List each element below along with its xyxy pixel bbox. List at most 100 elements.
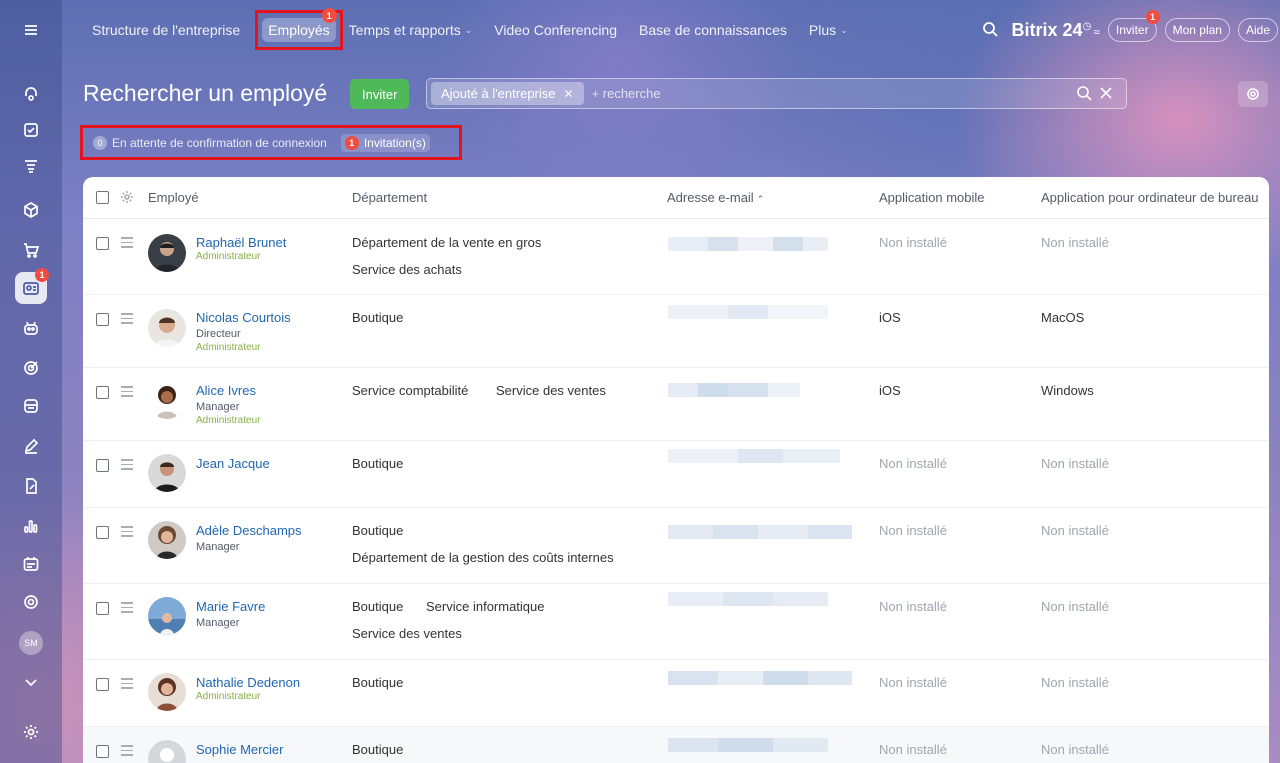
row-checkbox[interactable] (96, 745, 109, 758)
row-checkbox[interactable] (96, 602, 109, 615)
remove-filter-icon[interactable]: ✕ (564, 87, 574, 101)
employee-name-link[interactable]: Nicolas Courtois (196, 310, 291, 325)
tasks-icon[interactable] (15, 114, 47, 146)
sites-icon[interactable] (15, 390, 47, 422)
my-plan-button[interactable]: Mon plan (1164, 18, 1230, 42)
employee-name-link[interactable]: Raphaël Brunet (196, 235, 286, 250)
crm-icon[interactable] (15, 150, 47, 182)
department-link[interactable]: Boutique (352, 310, 403, 325)
brand-logo[interactable]: Bitrix 24◷ ≈ (1012, 20, 1100, 41)
filter-chip[interactable]: Ajouté à l'entreprise ✕ (431, 82, 584, 105)
grid-settings-button[interactable] (1238, 81, 1268, 107)
avatar[interactable] (148, 234, 186, 272)
department-link[interactable]: Service informatique (426, 599, 545, 614)
avatar[interactable] (148, 740, 186, 763)
avatar[interactable] (148, 381, 186, 419)
row-checkbox[interactable] (96, 678, 109, 691)
row-checkbox[interactable] (96, 526, 109, 539)
drag-handle-icon[interactable] (121, 602, 133, 616)
employee-name-link[interactable]: Sophie Mercier (196, 742, 283, 757)
clear-icon[interactable] (1098, 85, 1114, 104)
column-department[interactable]: Département (352, 190, 427, 205)
email-redacted (668, 738, 828, 752)
drag-handle-icon[interactable] (121, 237, 133, 251)
help-button[interactable]: Aide (1237, 18, 1278, 42)
row-checkbox[interactable] (96, 237, 109, 250)
nav-company-structure[interactable]: Structure de l'entreprise (81, 22, 251, 38)
search-icon[interactable] (982, 21, 998, 40)
nav-employees[interactable]: Employés 1 (262, 8, 337, 42)
row-checkbox[interactable] (96, 313, 109, 326)
nav-time-reports[interactable]: Temps et rapports ⌄ (347, 22, 484, 38)
feed-icon[interactable] (15, 78, 47, 110)
department-link[interactable]: Boutique (352, 742, 403, 757)
nav-video-conferencing[interactable]: Video Conferencing (483, 22, 628, 38)
pending-confirmation-filter[interactable]: 0 En attente de confirmation de connexio… (93, 135, 327, 150)
search-icon[interactable] (1076, 85, 1092, 104)
table-row[interactable]: Nicolas Courtois Directeur Administrateu… (83, 295, 1269, 368)
avatar[interactable] (148, 521, 186, 559)
drag-handle-icon[interactable] (121, 678, 133, 692)
avatar[interactable] (148, 454, 186, 492)
employee-name-link[interactable]: Nathalie Dedenon (196, 675, 300, 690)
select-all-checkbox[interactable] (96, 191, 109, 204)
avatar[interactable] (148, 673, 186, 711)
employee-name-link[interactable]: Alice Ivres (196, 383, 256, 398)
invite-button[interactable]: Inviter (350, 79, 410, 109)
row-checkbox[interactable] (96, 386, 109, 399)
department-link[interactable]: Département de la vente en gros (352, 235, 541, 250)
department-link[interactable]: Service des ventes (496, 383, 606, 398)
drag-handle-icon[interactable] (121, 526, 133, 540)
invite-top-button[interactable]: Inviter 1 (1107, 10, 1160, 42)
invitations-filter[interactable]: 1 Invitation(s) (340, 133, 430, 152)
table-row[interactable]: Marie Favre Manager Boutique Service inf… (83, 584, 1269, 660)
table-row[interactable]: Jean Jacque Boutique Non installé Non in… (83, 441, 1269, 508)
marketplace-icon[interactable] (15, 586, 47, 618)
gear-icon[interactable] (120, 190, 134, 207)
column-employee[interactable]: Employé (148, 190, 199, 205)
bot-icon[interactable] (15, 312, 47, 344)
calendar-icon[interactable] (15, 548, 47, 580)
menu-icon[interactable] (15, 14, 47, 46)
drag-handle-icon[interactable] (121, 745, 133, 759)
employees-icon[interactable]: 1 (15, 268, 49, 304)
department-link[interactable]: Boutique (352, 456, 403, 471)
table-row[interactable]: Nathalie Dedenon Administrateur Boutique… (83, 660, 1269, 727)
avatar[interactable] (148, 309, 186, 347)
department-link[interactable]: Service comptabilité (352, 383, 468, 398)
document-edit-icon[interactable] (15, 470, 47, 502)
sign-icon[interactable] (15, 430, 47, 462)
column-mobile-app[interactable]: Application mobile (879, 190, 985, 205)
search-filter-input[interactable]: Ajouté à l'entreprise ✕ + recherche (426, 78, 1127, 109)
shop-cart-icon[interactable] (15, 234, 47, 266)
table-row[interactable]: Sophie Mercier Boutique Non installé Non… (83, 727, 1269, 763)
employee-name-link[interactable]: Adèle Deschamps (196, 523, 302, 538)
avatar[interactable] (148, 597, 186, 635)
drag-handle-icon[interactable] (121, 313, 133, 327)
department-link[interactable]: Service des ventes (352, 626, 462, 641)
drag-handle-icon[interactable] (121, 459, 133, 473)
department-link[interactable]: Service des achats (352, 262, 462, 277)
employee-name-link[interactable]: Marie Favre (196, 599, 265, 614)
drag-handle-icon[interactable] (121, 386, 133, 400)
department-link[interactable]: Boutique (352, 675, 403, 690)
column-email[interactable]: Adresse e-mail ⌃ (667, 190, 764, 205)
user-avatar[interactable]: SM (15, 627, 47, 659)
table-row[interactable]: Adèle Deschamps Manager Boutique Départe… (83, 508, 1269, 584)
column-desktop-app[interactable]: Application pour ordinateur de bureau (1041, 190, 1259, 205)
department-link[interactable]: Boutique (352, 523, 403, 538)
chevron-down-icon[interactable] (15, 666, 47, 698)
settings-gear-icon[interactable] (15, 716, 47, 748)
email-redacted (668, 383, 800, 397)
row-checkbox[interactable] (96, 459, 109, 472)
analytics-icon[interactable] (15, 510, 47, 542)
target-icon[interactable] (15, 352, 47, 384)
department-link[interactable]: Boutique (352, 599, 403, 614)
nav-knowledge-base[interactable]: Base de connaissances (628, 22, 798, 38)
inventory-icon[interactable] (15, 194, 47, 226)
department-link[interactable]: Département de la gestion des coûts inte… (352, 550, 614, 565)
nav-more[interactable]: Plus ⌄ (798, 22, 859, 38)
table-row[interactable]: Alice Ivres Manager Administrateur Servi… (83, 368, 1269, 441)
table-row[interactable]: Raphaël Brunet Administrateur Départemen… (83, 219, 1269, 295)
employee-name-link[interactable]: Jean Jacque (196, 456, 270, 471)
